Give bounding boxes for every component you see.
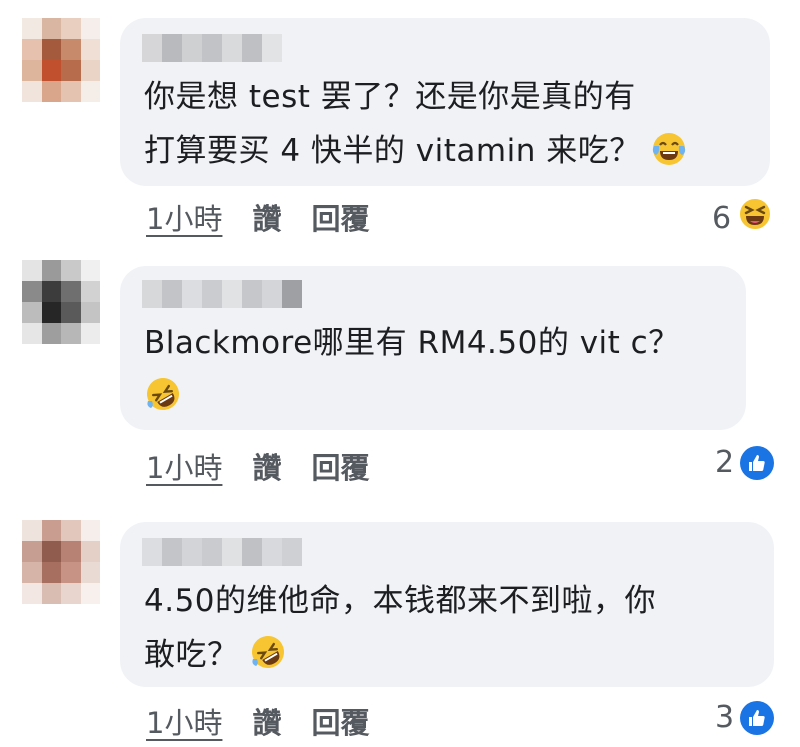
like-thumb-icon <box>740 445 775 480</box>
rolling-on-floor-laughing-emoji-icon <box>144 375 182 430</box>
like-button[interactable]: 讚 <box>252 196 281 238</box>
comment-text-line: 敢吃？ <box>144 628 656 688</box>
like-button[interactable]: 讚 <box>252 700 281 742</box>
comment-text: 4.50的维他命，本钱都来不到啦，你 敢吃？ <box>144 574 656 688</box>
comment-text-line: 打算要买 4 快半的 vitamin 来吃？ <box>144 124 687 184</box>
comment-text-line <box>144 370 680 430</box>
reaction-summary[interactable]: 3 <box>715 700 775 735</box>
comment-2: Blackmore哪里有 RM4.50的 vit c？ 1小時 讚 回覆 2 <box>0 245 800 500</box>
comment-3: 4.50的维他命，本钱都来不到啦，你 敢吃？ 1小時 讚 回覆 3 <box>0 500 800 747</box>
comment-1: 你是想 test 罢了？还是你是真的有 打算要买 4 快半的 vitamin 来… <box>0 0 800 245</box>
reaction-summary[interactable]: 6 <box>712 196 773 240</box>
comment-text-line: 4.50的维他命，本钱都来不到啦，你 <box>144 583 657 619</box>
laughing-squint-emoji-icon <box>737 196 773 240</box>
comment-bubble: 你是想 test 罢了？还是你是真的有 打算要买 4 快半的 vitamin 来… <box>120 18 770 186</box>
comment-text-line: 你是想 test 罢了？还是你是真的有 <box>144 79 636 115</box>
comment-actions: 1小時 讚 回覆 <box>146 445 369 487</box>
timestamp-link[interactable]: 1小時 <box>146 445 222 487</box>
comment-text: 你是想 test 罢了？还是你是真的有 打算要买 4 快半的 vitamin 来… <box>144 70 687 184</box>
reply-button[interactable]: 回覆 <box>311 700 369 742</box>
author-name-blurred[interactable] <box>142 538 302 566</box>
reaction-count: 6 <box>712 200 732 236</box>
reply-button[interactable]: 回覆 <box>311 445 369 487</box>
rolling-on-floor-laughing-emoji-icon <box>249 633 287 688</box>
timestamp-link[interactable]: 1小時 <box>146 196 222 238</box>
timestamp-link[interactable]: 1小時 <box>146 700 222 742</box>
comment-bubble: 4.50的维他命，本钱都来不到啦，你 敢吃？ <box>120 522 774 687</box>
comment-actions: 1小時 讚 回覆 <box>146 700 369 742</box>
avatar[interactable] <box>22 260 100 344</box>
like-thumb-icon <box>740 700 775 735</box>
comment-actions: 1小時 讚 回覆 <box>146 196 369 238</box>
avatar[interactable] <box>22 18 100 102</box>
reaction-count: 2 <box>715 445 735 480</box>
like-button[interactable]: 讚 <box>252 445 281 487</box>
comment-text: Blackmore哪里有 RM4.50的 vit c？ <box>144 316 680 430</box>
reaction-count: 3 <box>715 700 735 735</box>
author-name-blurred[interactable] <box>142 280 302 308</box>
tears-of-joy-emoji-icon <box>651 130 687 184</box>
comment-bubble: Blackmore哪里有 RM4.50的 vit c？ <box>120 266 746 430</box>
reply-button[interactable]: 回覆 <box>311 196 369 238</box>
avatar[interactable] <box>22 520 100 604</box>
reaction-summary[interactable]: 2 <box>715 445 775 480</box>
author-name-blurred[interactable] <box>142 34 282 62</box>
comment-text-line: Blackmore哪里有 RM4.50的 vit c？ <box>144 325 680 361</box>
